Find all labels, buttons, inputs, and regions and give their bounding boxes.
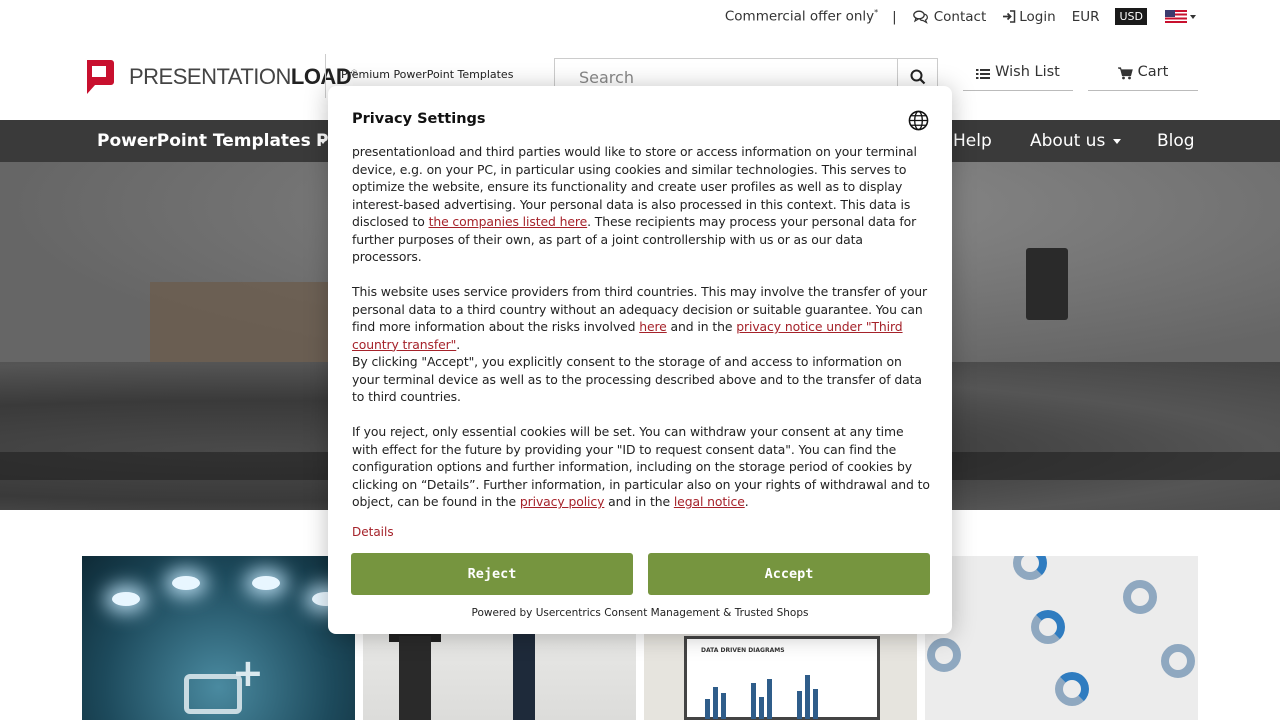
board-bars <box>701 663 871 719</box>
plus-icon: + <box>232 651 264 695</box>
nav-item-help[interactable]: Help <box>953 131 992 151</box>
logo-text-light: PRESENTATION <box>129 64 291 89</box>
utility-links: Commercial offer only* | Contact Login E… <box>725 8 1196 25</box>
reject-button[interactable]: Reject <box>351 553 633 595</box>
list-icon <box>976 69 991 79</box>
search-icon <box>910 69 925 85</box>
globe-icon[interactable] <box>908 110 929 131</box>
powered-by-text: Powered by Usercentrics Consent Manageme… <box>471 607 809 619</box>
currency-eur[interactable]: EUR <box>1072 9 1100 25</box>
nav-item-label: PowerPoint Templates <box>97 131 311 151</box>
nav-item-blog[interactable]: Blog <box>1157 131 1195 151</box>
utility-separator: | <box>892 8 897 25</box>
privacy-settings-dialog: Privacy Settings presentationload and th… <box>328 86 952 634</box>
currency-usd[interactable]: USD <box>1115 8 1147 25</box>
commercial-offer-label: Commercial offer only <box>724 8 875 25</box>
consent-text: and in the <box>666 319 737 334</box>
logo-mark-icon <box>85 60 114 94</box>
consent-paragraph-3: By clicking "Accept", you explicitly con… <box>352 354 922 404</box>
consent-paragraph-1: presentationload and third parties would… <box>352 143 932 266</box>
donut-chart-icon <box>1055 672 1089 706</box>
chevron-down-icon <box>1190 14 1196 19</box>
accept-button[interactable]: Accept <box>648 553 930 595</box>
donut-chart-icon <box>1161 644 1195 678</box>
login-link[interactable]: Login <box>1002 8 1056 25</box>
wish-list-link[interactable]: Wish List <box>963 64 1073 91</box>
contact-link[interactable]: Contact <box>912 8 987 25</box>
commercial-offer-mark: * <box>874 8 879 18</box>
legal-notice-link[interactable]: legal notice <box>674 494 745 509</box>
cart-label: Cart <box>1137 64 1169 80</box>
risks-here-link[interactable]: here <box>639 319 667 334</box>
spotlight <box>112 592 140 606</box>
consent-paragraph-2: This website uses service providers from… <box>352 283 932 353</box>
nav-item-partial[interactable]: P <box>316 131 328 151</box>
hero-loudspeaker <box>1026 248 1068 320</box>
nav-item-powerpoint-templates[interactable]: PowerPoint Templates <box>97 131 327 151</box>
nav-item-about-us[interactable]: About us <box>1030 131 1122 151</box>
sign-in-icon <box>1003 10 1016 23</box>
donut-chart-icon <box>927 638 961 672</box>
nav-item-label: About us <box>1030 131 1106 151</box>
podium <box>399 636 431 720</box>
consent-text: . <box>744 494 749 509</box>
privacy-policy-link[interactable]: privacy policy <box>520 494 605 509</box>
spotlight <box>172 576 200 590</box>
chevron-down-icon <box>1113 138 1122 144</box>
cart-icon <box>1117 67 1133 80</box>
dialog-title: Privacy Settings <box>352 111 486 127</box>
top-utility-bar: Commercial offer only* | Contact Login E… <box>0 0 1280 34</box>
consent-text: . <box>456 336 461 352</box>
us-flag-icon <box>1165 10 1187 23</box>
category-card-donut-charts[interactable] <box>925 556 1198 720</box>
nav-item-label: P <box>316 131 329 151</box>
consent-text: and in the <box>604 494 674 509</box>
header-divider <box>325 54 326 98</box>
login-label: Login <box>1019 8 1056 25</box>
board-title: DATA DRIVEN DIAGRAMS <box>701 647 785 654</box>
consent-paragraph-4: If you reject, only essential cookies wi… <box>352 423 932 511</box>
dialog-body: presentationload and third parties would… <box>352 143 932 528</box>
wish-list-label: Wish List <box>995 64 1060 80</box>
donut-chart-icon <box>1013 556 1047 580</box>
language-selector[interactable] <box>1165 10 1196 23</box>
chat-icon <box>912 10 928 24</box>
logo[interactable]: PRESENTATIONLOAD® <box>83 58 357 96</box>
tagline: Premium PowerPoint Templates <box>341 68 514 81</box>
category-card-new[interactable]: + <box>82 556 355 720</box>
spotlight <box>252 576 280 590</box>
contact-label: Contact <box>933 8 987 25</box>
cart-link[interactable]: Cart <box>1088 64 1198 91</box>
nav-item-label: Help <box>953 131 992 151</box>
commercial-offer-link[interactable]: Commercial offer only* <box>725 8 878 25</box>
details-link[interactable]: Details <box>352 525 394 539</box>
logo-text: PRESENTATIONLOAD® <box>129 64 357 90</box>
nav-item-label: Blog <box>1157 131 1195 151</box>
donut-chart-icon <box>1031 610 1065 644</box>
diagram-board: DATA DRIVEN DIAGRAMS <box>684 636 880 720</box>
companies-listed-link[interactable]: the companies listed here <box>429 214 588 229</box>
donut-chart-icon <box>1123 580 1157 614</box>
